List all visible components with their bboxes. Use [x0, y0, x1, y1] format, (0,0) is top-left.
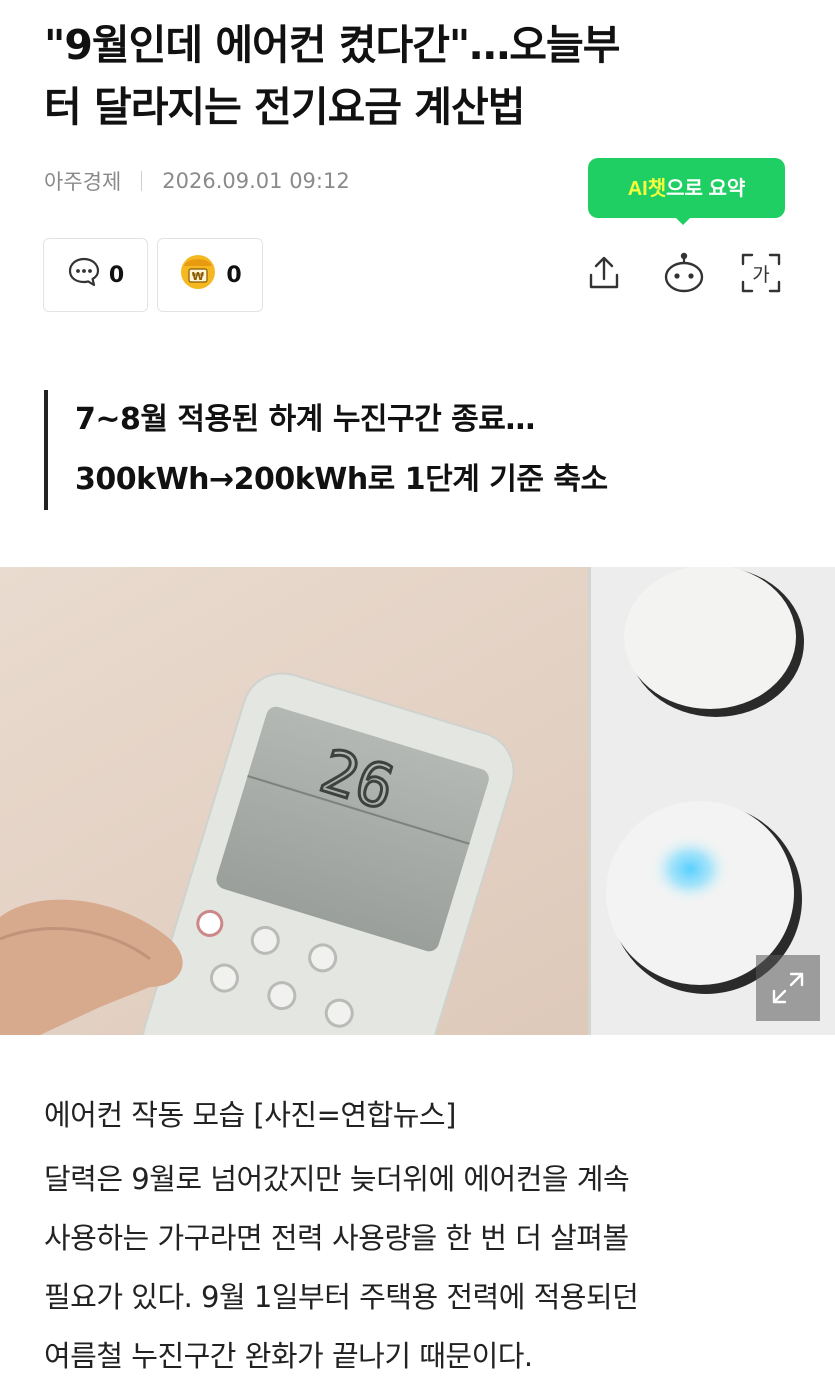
share-button[interactable] [580, 247, 628, 299]
article-title-line-2: 터 달라지는 전기요금 계산법 [44, 83, 525, 131]
body-line: 여름철 누진구간 완화가 끝나기 때문이다. [44, 1339, 533, 1373]
font-size-button[interactable]: 가 [737, 247, 785, 299]
meta-divider [141, 171, 143, 191]
article-subheadline: 7~8월 적용된 하계 누진구간 종료… 300kWh→200kWh로 1단계 … [44, 390, 608, 510]
subheadline-line-2: 300kWh→200kWh로 1단계 기준 축소 [75, 462, 608, 497]
font-size-icon: 가 [741, 253, 781, 293]
ai-summary-label: 으로 요약 [666, 178, 746, 200]
comment-icon [67, 256, 101, 294]
article-body: 달력은 9월로 넘어갔지만 늦더위에 에어컨을 계속 사용하는 가구라면 전력 … [44, 1150, 804, 1386]
share-icon [589, 256, 619, 289]
subheadline-line-1: 7~8월 적용된 하계 누진구간 종료… [75, 402, 535, 437]
article-title-line-1: "9월인데 에어컨 켰다간"…오늘부 [44, 21, 620, 69]
comment-count: 0 [108, 262, 125, 288]
body-line: 달력은 9월로 넘어갔지만 늦더위에 에어컨을 계속 [44, 1162, 630, 1196]
svg-text:가: 가 [752, 264, 769, 286]
ai-summary-button[interactable]: AI챗 으로 요약 [588, 158, 785, 218]
ai-bot-icon [664, 252, 704, 293]
svg-text:₩: ₩ [192, 270, 204, 283]
reaction-count-button[interactable]: ₩ 0 [157, 238, 263, 312]
ai-bot-button[interactable] [660, 247, 708, 299]
comment-count-button[interactable]: 0 [43, 238, 148, 312]
expand-photo-button[interactable] [756, 955, 820, 1021]
body-line: 필요가 있다. 9월 1일부터 주택용 전력에 적용되던 [44, 1280, 639, 1314]
expand-icon [772, 972, 804, 1004]
article-title: "9월인데 에어컨 켰다간"…오늘부 터 달라지는 전기요금 계산법 [44, 14, 804, 138]
article-meta: 아주경제 2026.09.01 09:12 [44, 166, 350, 196]
photo-caption: 에어컨 작동 모습 [사진=연합뉴스] [44, 1098, 456, 1132]
ai-summary-pointer [673, 215, 693, 225]
article-photo[interactable]: 26 [0, 567, 835, 1035]
reaction-count: 0 [226, 262, 242, 288]
money-face-emoji-icon: ₩ [178, 252, 218, 298]
ai-summary-highlight: AI챗 [627, 178, 667, 200]
article-datetime: 2026.09.01 09:12 [162, 169, 350, 193]
body-line: 사용하는 가구라면 전력 사용량을 한 번 더 살펴볼 [44, 1221, 629, 1255]
article-source[interactable]: 아주경제 [44, 166, 121, 196]
